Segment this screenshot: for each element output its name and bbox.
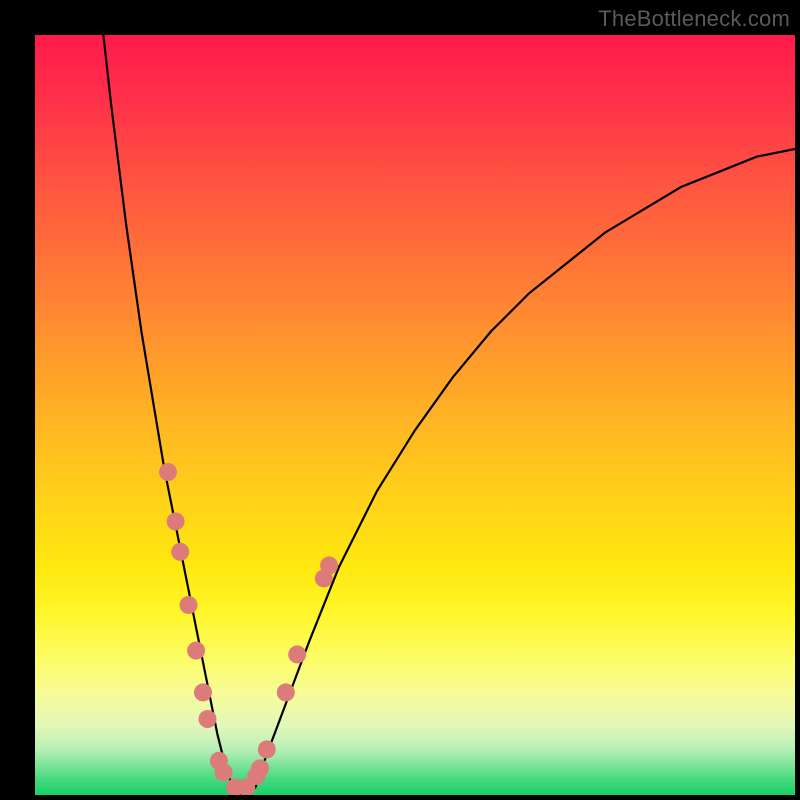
marker-dot	[180, 596, 198, 614]
marker-dot	[194, 683, 212, 701]
marker-dot	[187, 642, 205, 660]
watermark-text: TheBottleneck.com	[598, 6, 790, 32]
marker-dot	[171, 543, 189, 561]
bottleneck-curve	[103, 35, 795, 795]
marker-dot	[277, 683, 295, 701]
marker-group	[159, 463, 338, 795]
plot-area	[35, 35, 795, 795]
marker-dot	[199, 710, 217, 728]
marker-dot	[159, 463, 177, 481]
marker-dot	[251, 759, 269, 777]
marker-dot	[258, 740, 276, 758]
marker-dot	[288, 645, 306, 663]
marker-dot	[320, 557, 338, 575]
marker-dot	[215, 763, 233, 781]
chart-stage: TheBottleneck.com	[0, 0, 800, 800]
marker-dot	[167, 512, 185, 530]
chart-overlay	[35, 35, 795, 795]
